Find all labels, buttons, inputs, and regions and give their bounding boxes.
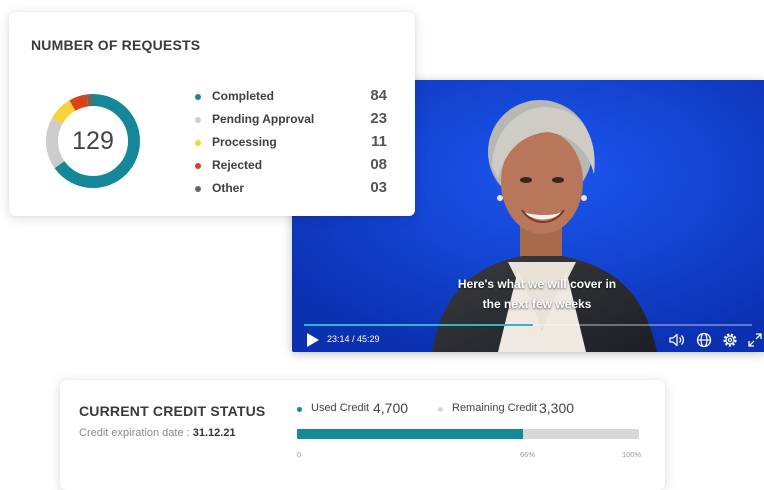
legend-count: 03 bbox=[370, 179, 387, 196]
legend-remaining-credit: Remaining Credit 3,300 bbox=[438, 400, 598, 419]
credit-expiration: Credit expiration date : 31.12.21 bbox=[79, 427, 236, 439]
legend-dot bbox=[195, 186, 201, 192]
legend-label: Completed bbox=[212, 89, 275, 103]
credit-usage-bar bbox=[297, 429, 639, 439]
play-icon bbox=[307, 333, 319, 347]
video-caption: Here's what we will cover in the next fe… bbox=[442, 274, 632, 314]
volume-button[interactable] bbox=[668, 331, 686, 349]
legend-dot bbox=[195, 117, 201, 123]
legend-item-completed: Completed 84 bbox=[195, 87, 387, 109]
fullscreen-button[interactable] bbox=[746, 331, 764, 349]
used-credit-label: Used Credit bbox=[311, 402, 370, 414]
remaining-credit-label: Remaining Credit bbox=[452, 402, 537, 414]
legend-dot bbox=[195, 163, 201, 169]
video-progress-fill bbox=[304, 324, 533, 326]
used-credit-value: 4,700 bbox=[373, 400, 409, 416]
legend-dot bbox=[195, 140, 201, 146]
credit-title: CURRENT CREDIT STATUS bbox=[79, 403, 266, 419]
language-button[interactable] bbox=[695, 331, 713, 349]
remaining-credit-value: 3,300 bbox=[539, 400, 575, 416]
caption-line: Here's what we will cover in bbox=[457, 277, 617, 291]
legend-item-other: Other 03 bbox=[195, 179, 387, 201]
globe-icon bbox=[696, 332, 712, 348]
requests-title: NUMBER OF REQUESTS bbox=[31, 37, 201, 53]
fullscreen-icon bbox=[748, 333, 762, 347]
credit-tick-end: 100% bbox=[622, 450, 642, 459]
legend-dot bbox=[438, 407, 443, 412]
requests-card: NUMBER OF REQUESTS 129 Completed 84 Pend… bbox=[9, 12, 415, 216]
legend-count: 08 bbox=[370, 156, 387, 173]
legend-dot bbox=[195, 94, 201, 100]
caption-line: the next few weeks bbox=[482, 297, 592, 311]
expiration-label: Credit expiration date : bbox=[79, 427, 190, 439]
legend-count: 11 bbox=[371, 133, 387, 150]
legend-item-processing: Processing 11 bbox=[195, 133, 387, 155]
volume-icon bbox=[669, 333, 685, 347]
play-button[interactable] bbox=[306, 332, 320, 348]
legend-count: 84 bbox=[370, 87, 387, 104]
video-controls: 23:14 / 45:29 bbox=[292, 328, 764, 352]
legend-label: Rejected bbox=[212, 158, 263, 172]
credit-tick-mid: 66% bbox=[520, 450, 536, 459]
legend-count: 23 bbox=[370, 110, 387, 127]
legend-dot bbox=[297, 407, 302, 412]
legend-item-pending-approval: Pending Approval 23 bbox=[195, 110, 387, 132]
video-progress-bar[interactable] bbox=[304, 324, 752, 326]
time-readout: 23:14 / 45:29 bbox=[327, 334, 380, 344]
legend-item-rejected: Rejected 08 bbox=[195, 156, 387, 178]
credit-tick-start: 0 bbox=[297, 450, 302, 459]
expiration-date: 31.12.21 bbox=[192, 427, 236, 439]
requests-total: 129 bbox=[72, 126, 114, 155]
gear-icon bbox=[723, 333, 737, 347]
legend-label: Pending Approval bbox=[212, 112, 315, 126]
legend-label: Other bbox=[212, 181, 245, 195]
legend-used-credit: Used Credit 4,700 bbox=[297, 400, 437, 419]
settings-button[interactable] bbox=[721, 331, 739, 349]
credit-status-card: CURRENT CREDIT STATUS Credit expiration … bbox=[60, 380, 665, 490]
credit-usage-fill bbox=[297, 429, 523, 439]
legend-label: Processing bbox=[212, 135, 277, 149]
